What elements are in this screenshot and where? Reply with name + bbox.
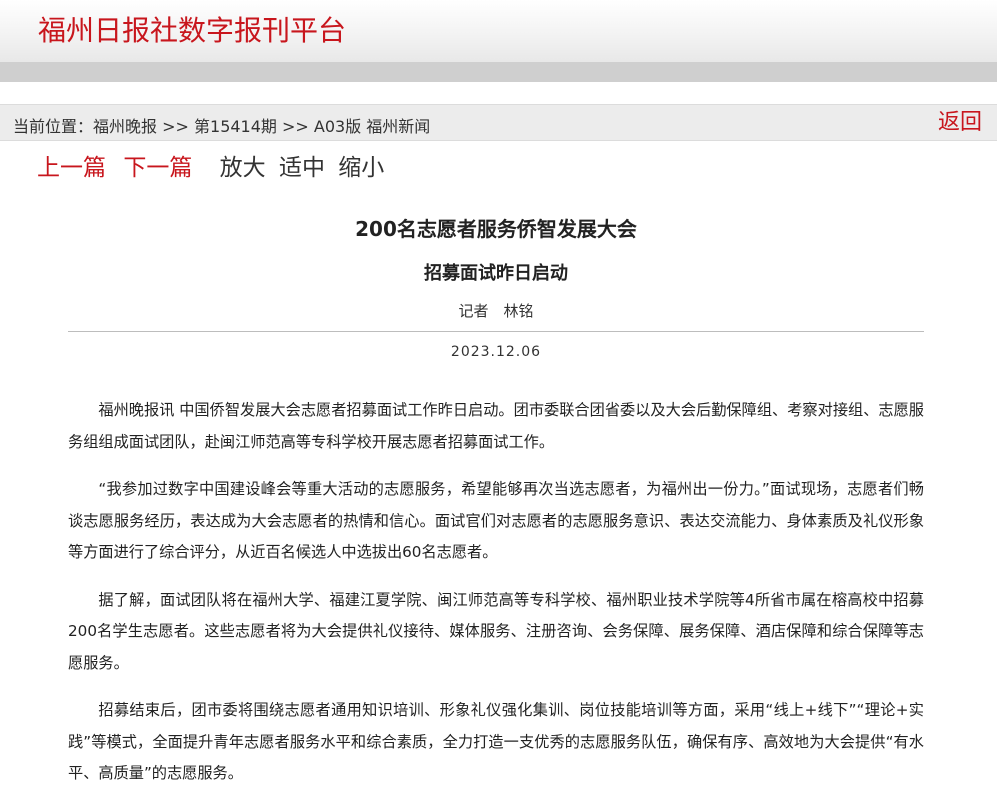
article-paragraph: 招募结束后，团市委将围绕志愿者通用知识培训、形象礼仪强化集训、岗位技能培训等方面… <box>68 701 924 782</box>
article: 200名志愿者服务侨智发展大会 招募面试昨日启动 记者 林铭 2023.12.0… <box>68 205 924 806</box>
article-paragraph: 福州晚报讯 中国侨智发展大会志愿者招募面试工作昨日启动。团市委联合团省委以及大会… <box>68 401 924 451</box>
zoom-fit-button[interactable]: 适中 <box>279 155 325 181</box>
back-button[interactable]: 返回 <box>938 108 982 138</box>
breadcrumb-paper-link[interactable]: 福州晚报 <box>93 117 157 136</box>
header-divider-bar <box>0 62 997 82</box>
title-divider <box>68 331 924 332</box>
next-article-link[interactable]: 下一篇 <box>123 155 192 181</box>
site-header: 福州日报社数字报刊平台 <box>0 0 997 62</box>
article-author: 记者 林铭 <box>458 302 534 320</box>
zoom-in-button[interactable]: 放大 <box>220 155 266 181</box>
zoom-out-button[interactable]: 缩小 <box>338 155 384 181</box>
article-toolbar: 上一篇 下一篇 放大 适中 缩小 <box>37 152 384 186</box>
breadcrumb-separator: >> <box>276 117 314 136</box>
article-body: 福州晚报讯 中国侨智发展大会志愿者招募面试工作昨日启动。团市委联合团省委以及大会… <box>68 395 924 790</box>
article-paragraph: 据了解，面试团队将在福州大学、福建江夏学院、闽江师范高等专科学校、福州职业技术学… <box>68 590 924 672</box>
breadcrumb-separator: >> <box>157 117 195 136</box>
breadcrumb-trail: 当前位置：福州晚报 >> 第15414期 >> A03版 福州新闻 <box>13 113 430 137</box>
article-title: 200名志愿者服务侨智发展大会 <box>355 217 637 241</box>
breadcrumb-issue-link[interactable]: 第15414期 <box>194 117 277 136</box>
article-date: 2023.12.06 <box>450 344 542 360</box>
prev-article-link[interactable]: 上一篇 <box>37 155 106 181</box>
article-paragraph: “我参加过数字中国建设峰会等重大活动的志愿服务，希望能够再次当选志愿者，为福州出… <box>68 480 924 561</box>
breadcrumb-prefix: 当前位置： <box>13 117 94 136</box>
breadcrumb: 当前位置：福州晚报 >> 第15414期 >> A03版 福州新闻 返回 <box>0 104 997 141</box>
site-title[interactable]: 福州日报社数字报刊平台 <box>38 14 346 48</box>
article-subtitle: 招募面试昨日启动 <box>424 263 568 284</box>
breadcrumb-page-link[interactable]: A03版 福州新闻 <box>314 117 430 136</box>
